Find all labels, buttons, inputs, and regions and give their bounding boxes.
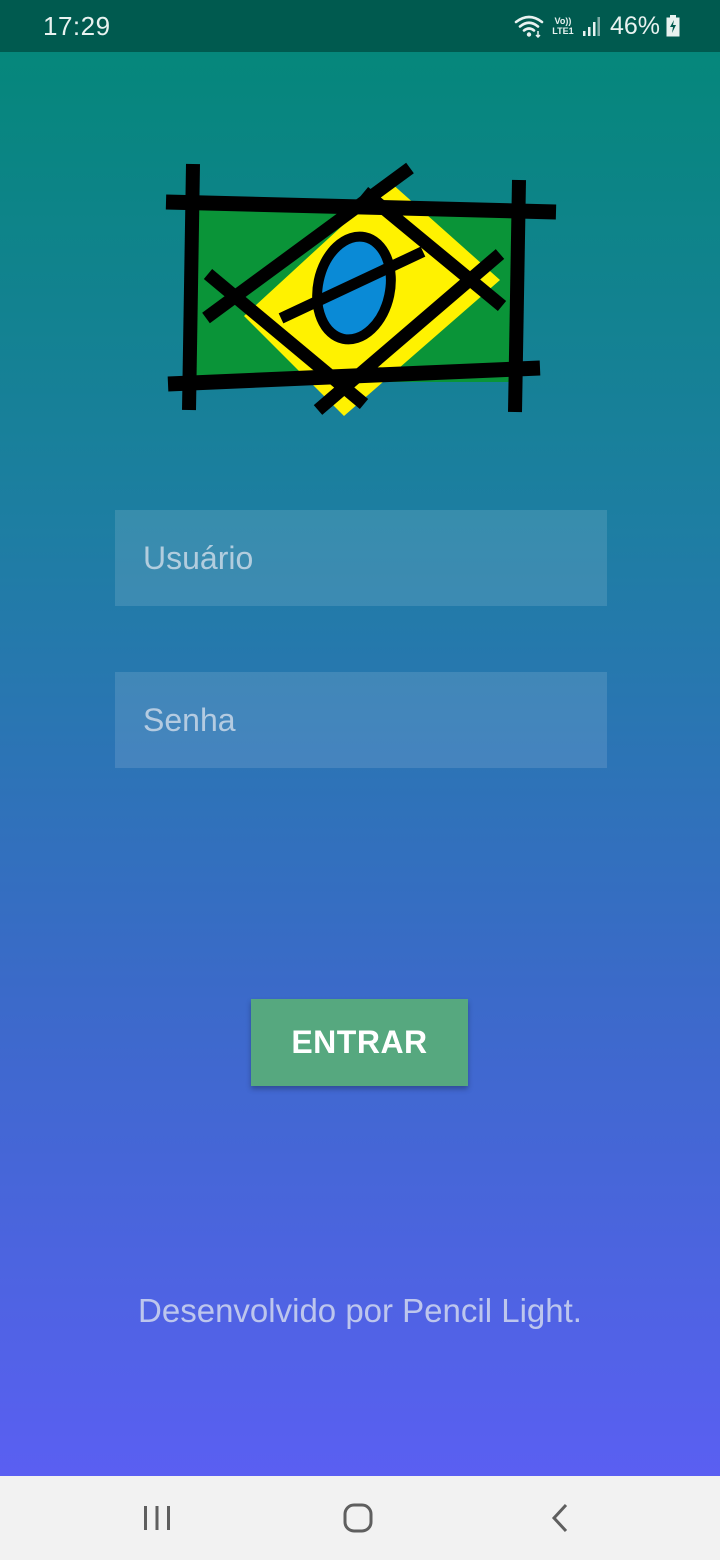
back-icon — [551, 1503, 568, 1533]
battery-percent: 46% — [609, 11, 660, 40]
home-icon — [343, 1503, 373, 1533]
status-time: 17:29 — [43, 11, 111, 41]
navigation-bar — [0, 1476, 720, 1560]
wifi-icon — [514, 15, 544, 38]
signal-icon — [582, 17, 600, 36]
login-screen: ENTRAR Desenvolvido por Pencil Light. — [0, 52, 720, 1476]
enter-button[interactable]: ENTRAR — [251, 999, 468, 1086]
volte-top-label: Vo)) — [554, 16, 572, 26]
battery-icon — [666, 15, 680, 37]
developer-credits: Desenvolvido por Pencil Light. — [138, 1292, 582, 1329]
recents-icon — [144, 1506, 170, 1530]
status-bar: 17:29 Vo)) LTE1 46% — [0, 0, 720, 52]
recents-button[interactable] — [137, 1498, 177, 1538]
home-button[interactable] — [338, 1498, 378, 1538]
brazil-flag-icon — [160, 158, 560, 416]
volte-bottom-label: LTE1 — [552, 26, 574, 36]
password-input[interactable] — [115, 672, 607, 768]
username-input[interactable] — [115, 510, 607, 606]
status-icons: Vo)) LTE1 46% — [514, 10, 680, 42]
volte-icon: Vo)) LTE1 — [550, 16, 576, 36]
back-button[interactable] — [540, 1498, 580, 1538]
